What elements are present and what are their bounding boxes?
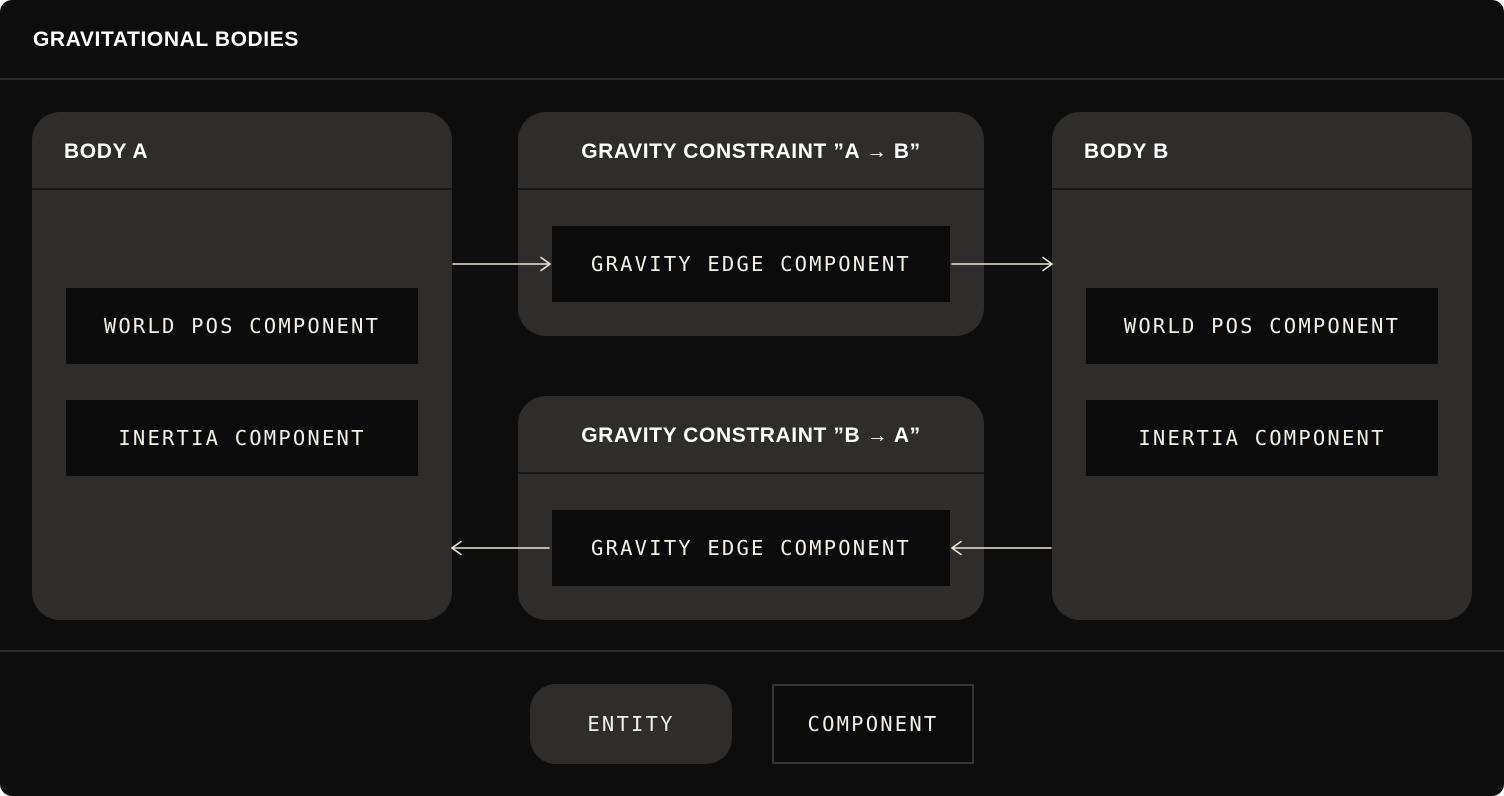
constraint-ab-entity: GRAVITY CONSTRAINT ”A → B” GRAVITY EDGE … [518,112,984,336]
body-b-entity: BODY B WORLD POS COMPONENT INERTIA COMPO… [1052,112,1472,620]
body-a-world-pos-component: WORLD POS COMPONENT [66,288,418,364]
constraint-ba-header: GRAVITY CONSTRAINT ”B → A” [518,396,984,474]
body-b-title: BODY B [1084,140,1169,163]
constraint-ba-entity: GRAVITY CONSTRAINT ”B → A” GRAVITY EDGE … [518,396,984,620]
constraint-ba-title: GRAVITY CONSTRAINT ”B → A” [581,424,921,447]
body-a-title: BODY A [64,140,149,163]
legend-entity: ENTITY [530,684,732,764]
constraint-ab-title: GRAVITY CONSTRAINT ”A → B” [581,140,921,163]
body-b-inertia-component: INERTIA COMPONENT [1086,400,1438,476]
body-a-header: BODY A [32,112,452,190]
body-a-inertia-component: INERTIA COMPONENT [66,400,418,476]
constraint-ab-gravity-edge-component: GRAVITY EDGE COMPONENT [552,226,950,302]
constraint-ab-header: GRAVITY CONSTRAINT ”A → B” [518,112,984,190]
body-b-header: BODY B [1052,112,1472,190]
header-divider [0,78,1504,80]
page-title: GRAVITATIONAL BODIES [33,28,299,51]
body-b-world-pos-component: WORLD POS COMPONENT [1086,288,1438,364]
diagram-frame: GRAVITATIONAL BODIES BODY A WORLD POS CO… [0,0,1504,796]
legend-component: COMPONENT [772,684,974,764]
constraint-ba-gravity-edge-component: GRAVITY EDGE COMPONENT [552,510,950,586]
legend-divider [0,650,1504,652]
body-a-entity: BODY A WORLD POS COMPONENT INERTIA COMPO… [32,112,452,620]
